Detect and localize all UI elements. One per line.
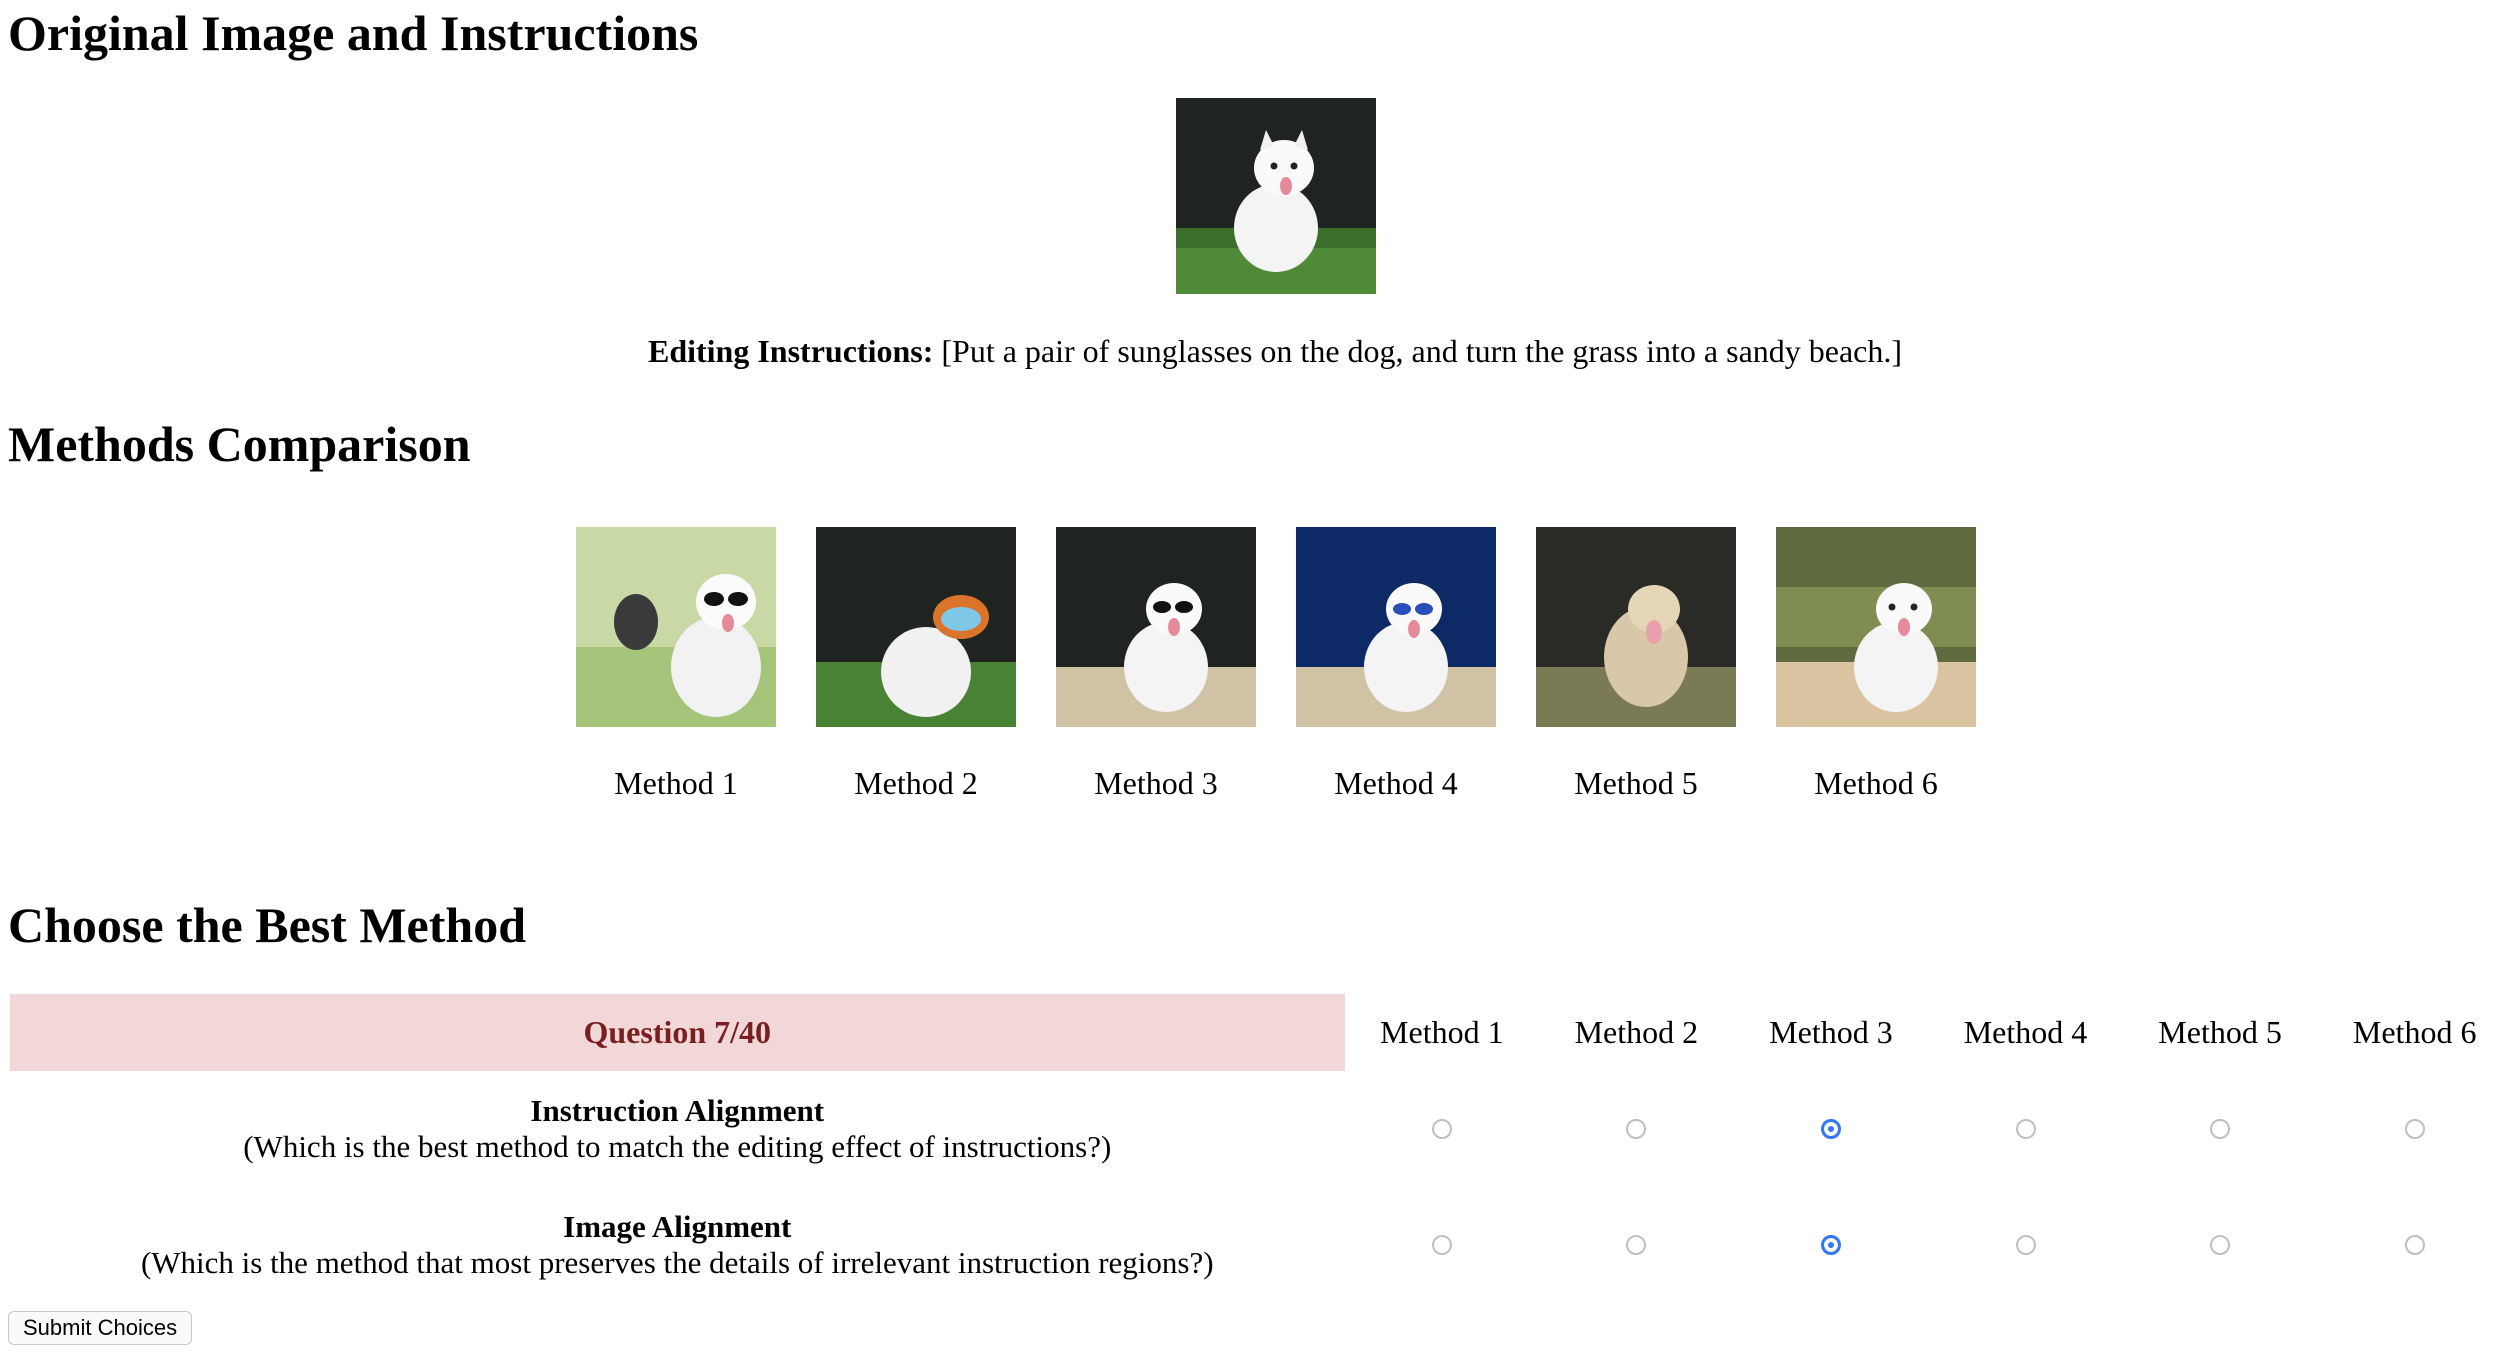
table-row-image-alignment: Image Alignment (Which is the method tha… [10, 1187, 2512, 1303]
image-alignment-radio-method-3[interactable] [1820, 1235, 1841, 1255]
row-subtitle: (Which is the best method to match the e… [243, 1129, 1112, 1164]
row-label-instruction-alignment: Instruction Alignment (Which is the best… [10, 1071, 1345, 1187]
methods-heading: Methods Comparison [8, 416, 471, 472]
methods-gallery: Method 1 Method 2 Method 3 Method 4 Meth… [576, 527, 1976, 802]
method-6-image [1776, 527, 1976, 727]
instruction-alignment-radio-method-4[interactable] [2015, 1119, 2036, 1139]
column-method-3: Method 3 [1769, 1014, 1893, 1050]
original-image [1176, 98, 1376, 294]
method-5-label: Method 5 [1574, 765, 1698, 801]
row-title: Image Alignment [563, 1209, 792, 1244]
instruction-alignment-radio-method-5[interactable] [2210, 1119, 2231, 1139]
row-title: Instruction Alignment [530, 1093, 825, 1128]
method-1-image [576, 527, 776, 727]
method-1-label: Method 1 [614, 765, 738, 801]
image-alignment-radio-method-5[interactable] [2210, 1235, 2231, 1255]
image-alignment-radio-method-6[interactable] [2404, 1235, 2425, 1255]
instruction-alignment-radio-method-3[interactable] [1820, 1119, 1841, 1139]
method-card-4: Method 4 [1296, 527, 1496, 802]
method-3-label: Method 3 [1094, 765, 1218, 801]
table-header-row: Question 7/40 Method 1 Method 2 Method 3… [10, 994, 2512, 1071]
column-method-2: Method 2 [1574, 1014, 1699, 1050]
method-3-image [1056, 527, 1256, 727]
row-label-image-alignment: Image Alignment (Which is the method tha… [10, 1187, 1345, 1303]
method-card-2: Method 2 [816, 527, 1016, 802]
method-6-label: Method 6 [1814, 765, 1938, 801]
method-card-1: Method 1 [576, 527, 776, 802]
column-method-1: Method 1 [1380, 1014, 1504, 1050]
method-4-image [1296, 527, 1496, 727]
image-alignment-radio-method-1[interactable] [1431, 1235, 1452, 1255]
method-2-label: Method 2 [854, 765, 978, 801]
row-subtitle: (Which is the method that most preserves… [140, 1245, 1214, 1280]
choice-table: Question 7/40 Method 1 Method 2 Method 3… [10, 994, 2512, 1303]
instruction-alignment-radio-method-6[interactable] [2404, 1119, 2425, 1139]
method-card-6: Method 6 [1776, 527, 1976, 802]
method-2-image [816, 527, 1016, 727]
instructions-text: [Put a pair of sunglasses on the dog, an… [941, 333, 1903, 369]
question-counter: Question 7/40 [10, 994, 1345, 1071]
method-4-label: Method 4 [1334, 765, 1458, 801]
table-row-instruction-alignment: Instruction Alignment (Which is the best… [10, 1071, 2512, 1187]
image-alignment-radio-method-2[interactable] [1626, 1235, 1647, 1255]
instructions-label: Editing Instructions: [647, 333, 934, 369]
image-alignment-radio-method-4[interactable] [2015, 1235, 2036, 1255]
original-heading: Original Image and Instructions [8, 5, 699, 61]
column-method-5: Method 5 [2158, 1014, 2282, 1050]
instruction-alignment-radio-method-2[interactable] [1626, 1119, 1647, 1139]
editing-instructions: Editing Instructions: [Put a pair of sun… [0, 333, 2512, 370]
column-method-4: Method 4 [1963, 1014, 2088, 1050]
instruction-alignment-radio-method-1[interactable] [1431, 1119, 1452, 1139]
column-method-6: Method 6 [2352, 1014, 2477, 1050]
method-5-image [1536, 527, 1736, 727]
choose-heading: Choose the Best Method [8, 897, 527, 953]
method-card-3: Method 3 [1056, 527, 1256, 802]
method-card-5: Method 5 [1536, 527, 1736, 802]
submit-choices-button[interactable]: Submit Choices [8, 1311, 193, 1345]
